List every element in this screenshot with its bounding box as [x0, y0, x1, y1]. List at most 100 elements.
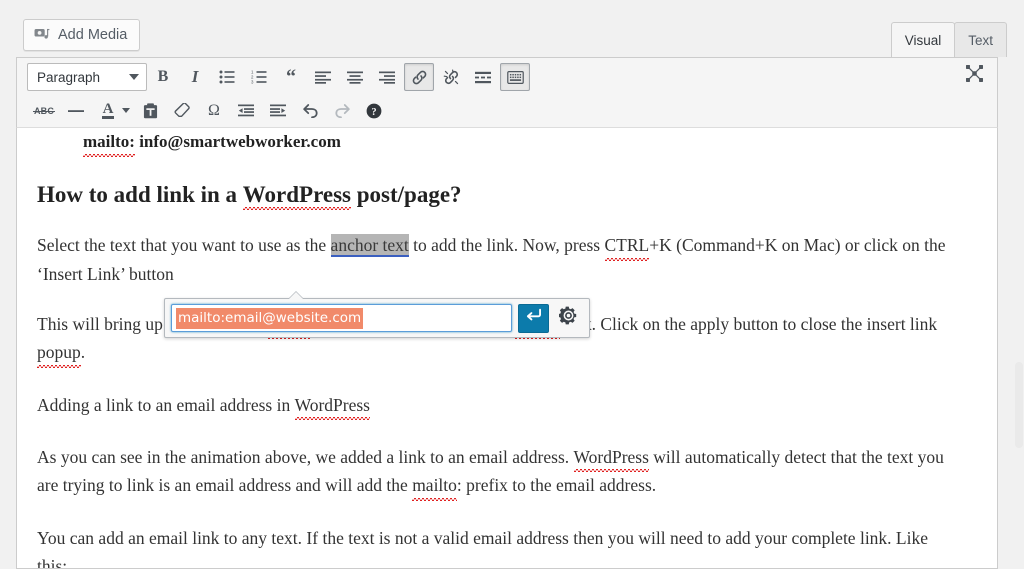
outdent-icon [238, 104, 254, 117]
clear-formatting-button[interactable] [167, 97, 197, 125]
redo-button[interactable] [327, 97, 357, 125]
paragraph-any-text: You can add an email link to any text. I… [37, 524, 961, 569]
horizontal-line-button[interactable] [61, 97, 91, 125]
popup-p4: . [80, 342, 86, 363]
editor-toolbar: Paragraph B I 1 2 3 “ ABC A Ω ? [16, 57, 998, 128]
insert-link-button[interactable] [404, 63, 434, 91]
numbered-list-button[interactable]: 1 2 3 [244, 63, 274, 91]
paragraph-adding-link: Adding a link to an email address in Wor… [37, 391, 961, 421]
horizontal-rule-icon [68, 109, 84, 113]
popup-keyword-2: popup [37, 338, 81, 369]
selected-anchor-text[interactable]: anchor text [330, 234, 409, 258]
italic-icon: I [191, 67, 199, 86]
heading-after: post/page? [350, 181, 462, 207]
indent-icon [270, 104, 286, 117]
distraction-free-toggle-button[interactable] [959, 62, 989, 90]
decrease-indent-button[interactable] [231, 97, 261, 125]
bulleted-list-button[interactable] [212, 63, 242, 91]
chevron-down-icon [129, 74, 139, 80]
select-p2: to add the link. Now, press [408, 235, 605, 256]
link-icon [411, 69, 428, 86]
svg-text:?: ? [371, 106, 376, 117]
anytext-p1: You can add an email link to any text. I… [37, 527, 928, 569]
bold-button[interactable]: B [148, 63, 178, 91]
heading-wordpress: WordPress [242, 180, 352, 211]
animation-p3: : prefix to the email address. [456, 475, 657, 496]
scrollbar-thumb[interactable] [1015, 362, 1023, 448]
paragraph-format-value: Paragraph [37, 69, 101, 85]
add-media-label: Add Media [58, 27, 128, 43]
content-vertical-scrollbar[interactable] [1014, 128, 1024, 569]
editor-top-bar: Add Media Visual Text [0, 0, 1024, 57]
paste-as-text-button[interactable] [135, 97, 165, 125]
redo-icon [334, 103, 351, 118]
quote-icon: “ [286, 66, 296, 88]
add-media-button[interactable]: Add Media [23, 19, 141, 51]
special-character-button[interactable]: Ω [199, 97, 229, 125]
undo-button[interactable] [295, 97, 325, 125]
remove-link-button[interactable] [436, 63, 466, 91]
mailto-example-line: mailto: info@smartwebworker.com [37, 128, 961, 157]
text-color-a-icon: A [101, 101, 115, 119]
align-left-icon [315, 71, 331, 84]
post-body[interactable]: an example: mailto: info@smartwebworker.… [17, 128, 981, 569]
read-more-icon [475, 71, 491, 84]
select-p4: ‘Insert Link’ button [37, 263, 174, 284]
undo-icon [302, 103, 319, 118]
select-p1: Select the text that you want to use as … [37, 235, 331, 256]
help-circle-icon: ? [366, 103, 382, 119]
wordpress-post-editor: Add Media Visual Text Paragraph B I 1 2 … [0, 0, 1024, 569]
unlink-icon [443, 69, 460, 86]
blockquote-button[interactable]: “ [276, 63, 306, 91]
bold-icon: B [157, 68, 169, 85]
keyboard-toolbar-icon [506, 70, 524, 84]
italic-button[interactable]: I [180, 63, 210, 91]
link-url-value[interactable]: mailto:email@website.com [176, 307, 364, 329]
ctrl-keyword: CTRL [604, 231, 649, 262]
text-color-button[interactable]: A [93, 97, 123, 125]
editor-mode-tabs: Visual Text [890, 22, 1007, 57]
adding-p1: Adding a link to an email address in [37, 394, 295, 415]
clipboard-icon [143, 102, 158, 119]
editor-content-area[interactable]: an example: mailto: info@smartwebworker.… [16, 128, 998, 569]
link-url-input[interactable]: mailto:email@website.com [171, 304, 512, 332]
mailto-keyword: mailto: [83, 128, 135, 157]
paragraph-select-text: Select the text that you want to use as … [37, 231, 961, 288]
tab-text-label: Text [968, 32, 993, 48]
enter-return-arrow-icon [525, 308, 542, 328]
section-heading: How to add link in a WordPress post/page… [37, 180, 961, 211]
numbered-list-icon: 1 2 3 [251, 70, 267, 84]
toolbar-row-2: ABC A Ω ? [17, 94, 997, 127]
select-p3: +K (Command+K on Mac) or click on the [649, 235, 946, 256]
omega-icon: Ω [208, 101, 220, 119]
apply-link-button[interactable] [518, 303, 549, 333]
tab-text[interactable]: Text [954, 22, 1007, 57]
mailto-example-address: info@smartwebworker.com [134, 132, 341, 151]
tab-visual[interactable]: Visual [890, 22, 956, 57]
align-left-button[interactable] [308, 63, 338, 91]
text-color-chevron-down-icon[interactable] [122, 108, 130, 113]
increase-indent-button[interactable] [263, 97, 293, 125]
keyboard-shortcuts-button[interactable]: ? [359, 97, 389, 125]
wordpress-keyword-2: WordPress [573, 443, 650, 473]
popup-p3: link. Click on the apply button to close… [559, 314, 938, 335]
link-options-button[interactable] [553, 304, 583, 333]
read-more-button[interactable] [468, 63, 498, 91]
animation-p1: As you can see in the animation above, w… [37, 447, 574, 468]
toolbar-toggle-button[interactable] [500, 63, 530, 91]
insert-link-popup: mailto:email@website.com [164, 291, 590, 338]
align-right-button[interactable] [372, 63, 402, 91]
paragraph-format-select[interactable]: Paragraph [27, 63, 147, 91]
heading-before: How to add link in a [37, 181, 243, 207]
tab-visual-label: Visual [904, 32, 942, 48]
paragraph-animation: As you can see in the animation above, w… [37, 443, 961, 502]
eraser-icon [173, 103, 191, 118]
wordpress-keyword-1: WordPress [294, 391, 371, 421]
media-camera-icon [33, 26, 51, 44]
strikethrough-abc-icon: ABC [32, 105, 56, 116]
strikethrough-button[interactable]: ABC [29, 97, 59, 125]
align-center-icon [347, 71, 363, 84]
align-center-button[interactable] [340, 63, 370, 91]
gear-icon [557, 306, 578, 330]
toolbar-row-1: Paragraph B I 1 2 3 “ [17, 58, 997, 94]
